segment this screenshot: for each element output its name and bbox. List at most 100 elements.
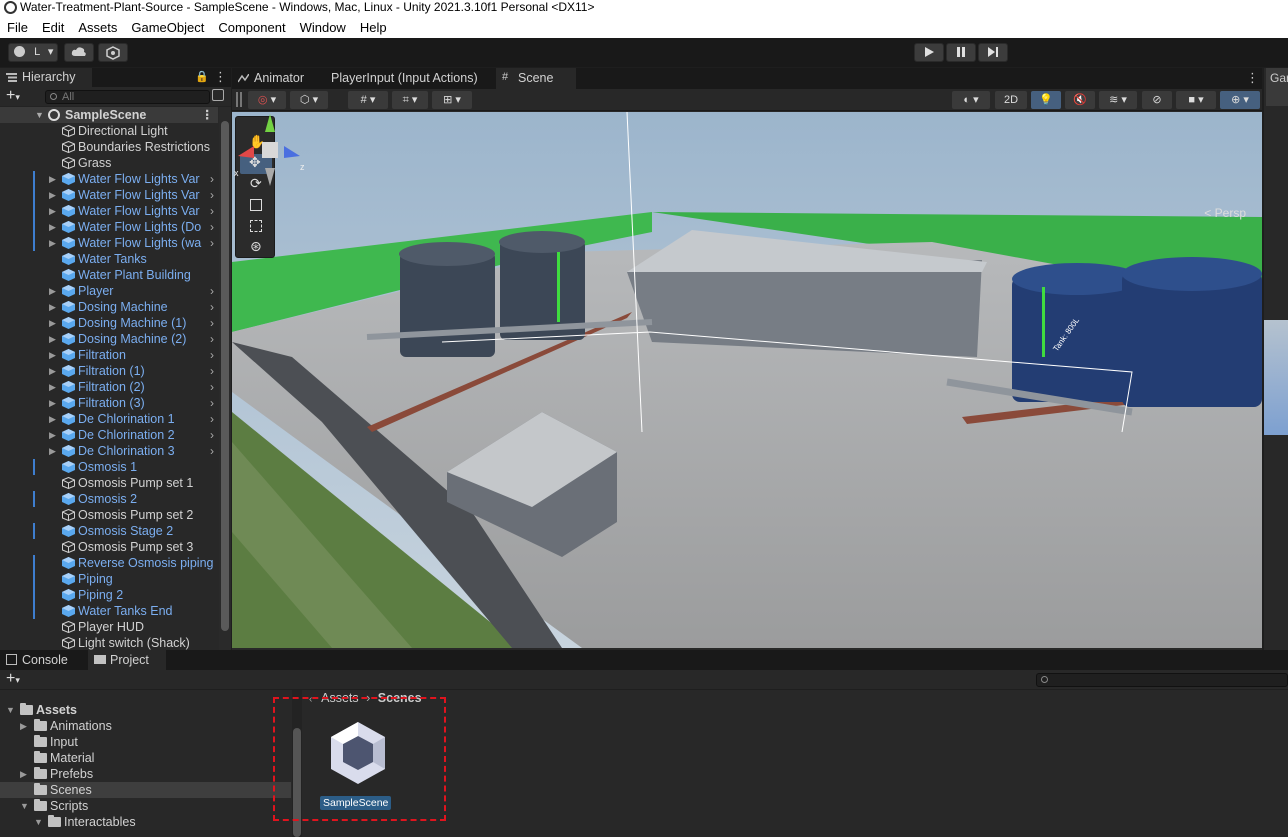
- tab-playerinput[interactable]: PlayerInput (Input Actions): [322, 68, 486, 89]
- x-axis-cone[interactable]: [238, 146, 254, 158]
- hierarchy-item[interactable]: Boundaries Restrictions: [0, 139, 218, 155]
- hierarchy-item[interactable]: ▶ Filtration (3) ›: [0, 395, 218, 411]
- hierarchy-item[interactable]: ▶ Water Flow Lights Var ›: [0, 203, 218, 219]
- expand-arrow-icon[interactable]: ▶: [49, 219, 56, 235]
- expand-arrow-icon[interactable]: ▶: [49, 331, 56, 347]
- expand-arrow-icon[interactable]: ▼: [6, 702, 15, 718]
- open-prefab-chevron-icon[interactable]: ›: [210, 363, 214, 379]
- local-global-dropdown[interactable]: ⬡ ▾: [290, 91, 328, 109]
- open-prefab-chevron-icon[interactable]: ›: [210, 315, 214, 331]
- menu-window[interactable]: Window: [293, 17, 353, 35]
- hierarchy-item[interactable]: Water Plant Building: [0, 267, 218, 283]
- pause-button[interactable]: [946, 43, 976, 62]
- lock-icon[interactable]: 🔒: [195, 70, 209, 83]
- hierarchy-item[interactable]: Grass: [0, 155, 218, 171]
- expand-arrow-icon[interactable]: ▶: [49, 171, 56, 187]
- toggle-2d-button[interactable]: 2D: [995, 91, 1027, 109]
- add-object-button[interactable]: +▾: [6, 87, 20, 105]
- menu-assets[interactable]: Assets: [71, 17, 124, 35]
- folder-tree-item[interactable]: ▼ Assets: [0, 702, 291, 718]
- hierarchy-item[interactable]: Water Tanks End: [0, 603, 218, 619]
- transform-tool[interactable]: ⊛: [240, 238, 272, 258]
- drag-handle-icon[interactable]: [236, 92, 242, 107]
- hierarchy-item[interactable]: Water Tanks: [0, 251, 218, 267]
- scene-visibility-icon[interactable]: [212, 89, 224, 101]
- hierarchy-item[interactable]: Osmosis Pump set 3: [0, 539, 218, 555]
- expand-arrow-icon[interactable]: ▼: [34, 814, 43, 830]
- open-prefab-chevron-icon[interactable]: ›: [210, 379, 214, 395]
- tab-project[interactable]: Project: [88, 650, 166, 670]
- more-menu-icon[interactable]: ⋮: [201, 107, 214, 123]
- folder-tree-item[interactable]: Scenes: [0, 782, 291, 798]
- hierarchy-item[interactable]: ▶ De Chlorination 3 ›: [0, 443, 218, 459]
- tab-game[interactable]: Gar: [1266, 68, 1288, 106]
- hierarchy-search-input[interactable]: All: [45, 90, 210, 104]
- tab-hierarchy[interactable]: Hierarchy: [0, 68, 92, 87]
- hierarchy-item[interactable]: Directional Light: [0, 123, 218, 139]
- account-button[interactable]: L ▾: [8, 43, 58, 62]
- open-prefab-chevron-icon[interactable]: ›: [210, 171, 214, 187]
- scene-row[interactable]: ▼ SampleScene ⋮: [0, 107, 218, 123]
- hierarchy-item[interactable]: ▶ Filtration (1) ›: [0, 363, 218, 379]
- menu-help[interactable]: Help: [353, 17, 394, 35]
- folder-tree-item[interactable]: ▶ Animations: [0, 718, 291, 734]
- open-prefab-chevron-icon[interactable]: ›: [210, 443, 214, 459]
- folder-tree-item[interactable]: Material: [0, 750, 291, 766]
- open-prefab-chevron-icon[interactable]: ›: [210, 347, 214, 363]
- open-prefab-chevron-icon[interactable]: ›: [210, 411, 214, 427]
- expand-arrow-icon[interactable]: ▶: [49, 347, 56, 363]
- hidden-objects-toggle[interactable]: ⊘: [1142, 91, 1172, 109]
- hierarchy-item[interactable]: ▶ Dosing Machine (2) ›: [0, 331, 218, 347]
- hierarchy-item[interactable]: ▶ Dosing Machine (1) ›: [0, 315, 218, 331]
- hierarchy-item[interactable]: Player HUD: [0, 619, 218, 635]
- rect-tool[interactable]: [240, 217, 272, 237]
- menu-gameobject[interactable]: GameObject: [124, 17, 211, 35]
- grid-snap-dropdown[interactable]: # ▾: [348, 91, 388, 109]
- hierarchy-item[interactable]: ▶ Water Flow Lights Var ›: [0, 187, 218, 203]
- folder-tree-item[interactable]: ▼ Scripts: [0, 798, 291, 814]
- hierarchy-item[interactable]: ▶ De Chlorination 2 ›: [0, 427, 218, 443]
- open-prefab-chevron-icon[interactable]: ›: [210, 235, 214, 251]
- open-prefab-chevron-icon[interactable]: ›: [210, 299, 214, 315]
- hierarchy-item[interactable]: Osmosis Stage 2: [0, 523, 218, 539]
- effects-dropdown[interactable]: ≋ ▾: [1099, 91, 1137, 109]
- open-prefab-chevron-icon[interactable]: ›: [210, 187, 214, 203]
- hierarchy-item[interactable]: Osmosis 2: [0, 491, 218, 507]
- project-search-input[interactable]: [1036, 673, 1288, 687]
- open-prefab-chevron-icon[interactable]: ›: [210, 331, 214, 347]
- open-prefab-chevron-icon[interactable]: ›: [210, 427, 214, 443]
- hierarchy-item[interactable]: ▶ Player ›: [0, 283, 218, 299]
- scrollbar-thumb[interactable]: [221, 121, 229, 631]
- lighting-toggle[interactable]: 💡: [1031, 91, 1061, 109]
- more-menu-icon[interactable]: ⋮: [1246, 70, 1259, 86]
- expand-arrow-icon[interactable]: ▶: [49, 283, 56, 299]
- folder-tree-item[interactable]: ▶ Prefebs: [0, 766, 291, 782]
- tab-animator[interactable]: Animator: [232, 68, 312, 89]
- gizmos-dropdown[interactable]: ⊕ ▾: [1220, 91, 1260, 109]
- hierarchy-item[interactable]: ▶ Water Flow Lights Var ›: [0, 171, 218, 187]
- expand-arrow-icon[interactable]: ▶: [49, 379, 56, 395]
- tab-console[interactable]: Console: [0, 650, 76, 670]
- hierarchy-item[interactable]: Osmosis 1: [0, 459, 218, 475]
- orientation-gizmo[interactable]: x z: [232, 112, 312, 192]
- hierarchy-item[interactable]: Piping: [0, 571, 218, 587]
- folder-tree-item[interactable]: ▼ Interactables: [0, 814, 291, 830]
- expand-arrow-icon[interactable]: ▶: [49, 363, 56, 379]
- expand-arrow-icon[interactable]: ▶: [20, 718, 27, 734]
- expand-arrow-icon[interactable]: ▶: [49, 315, 56, 331]
- tab-scene[interactable]: # Scene: [496, 68, 576, 89]
- expand-arrow-icon[interactable]: ▶: [20, 766, 27, 782]
- expand-arrow-icon[interactable]: ▶: [49, 411, 56, 427]
- expand-arrow-icon[interactable]: ▶: [49, 187, 56, 203]
- folder-tree-item[interactable]: Input: [0, 734, 291, 750]
- hierarchy-item[interactable]: Light switch (Shack): [0, 635, 218, 650]
- hierarchy-item[interactable]: ▶ Filtration (2) ›: [0, 379, 218, 395]
- collab-button[interactable]: [98, 43, 128, 62]
- expand-arrow-icon[interactable]: ▶: [49, 203, 56, 219]
- expand-arrow-icon[interactable]: ▶: [49, 395, 56, 411]
- hierarchy-item[interactable]: ▶ De Chlorination 1 ›: [0, 411, 218, 427]
- shading-mode-dropdown[interactable]: ◐ ▾: [952, 91, 990, 109]
- perspective-label[interactable]: < Persp: [1204, 206, 1246, 220]
- snap-increment-dropdown[interactable]: ⌗ ▾: [392, 91, 428, 109]
- menu-edit[interactable]: Edit: [35, 17, 71, 35]
